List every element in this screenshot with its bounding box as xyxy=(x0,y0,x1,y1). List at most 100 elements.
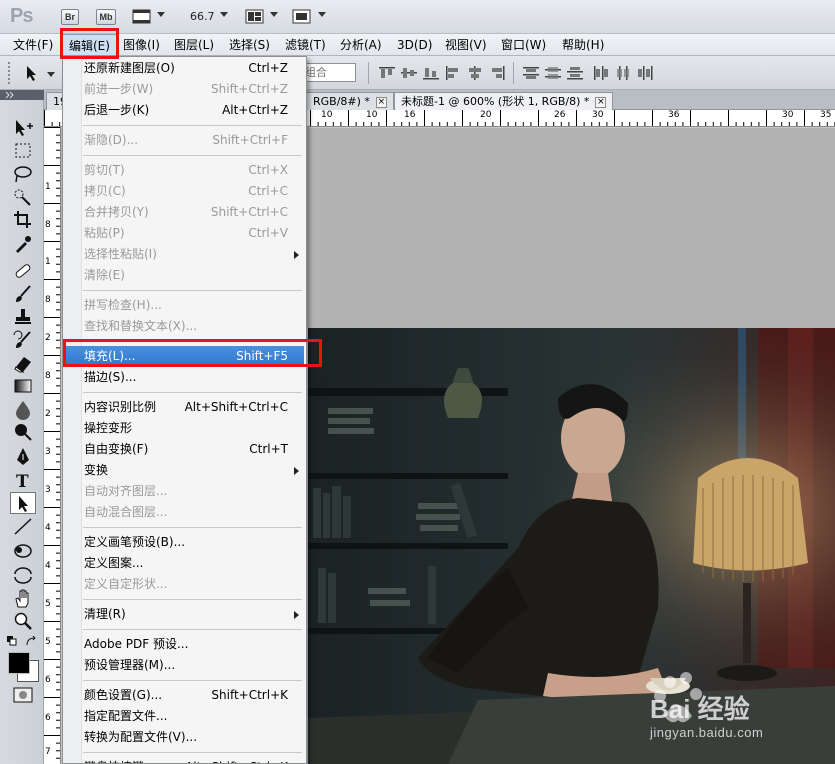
menu-item[interactable]: 前进一步(W) Shift+Ctrl+Z xyxy=(65,79,304,100)
menu-item[interactable]: 填充(L)... Shift+F5 xyxy=(65,346,304,367)
ruler-label: 6 xyxy=(45,713,51,723)
pen-tool-icon[interactable] xyxy=(10,446,36,468)
menu-item[interactable]: 选择性粘贴(I) xyxy=(65,244,304,265)
menu-item[interactable]: 定义自定形状... xyxy=(65,574,304,595)
menu-item[interactable]: 剪切(T) Ctrl+X xyxy=(65,160,304,181)
chevron-down-icon[interactable] xyxy=(220,12,228,17)
menu-item[interactable]: 定义画笔预设(B)... xyxy=(65,532,304,553)
menu-item[interactable]: Adobe PDF 预设... xyxy=(65,634,304,655)
distribute-top-icon[interactable] xyxy=(522,65,540,81)
line-tool-icon[interactable] xyxy=(10,515,36,537)
type-tool-icon[interactable]: T xyxy=(10,469,36,492)
hand-tool-icon[interactable] xyxy=(10,587,36,609)
menu-item[interactable]: 自由变换(F) Ctrl+T xyxy=(65,439,304,460)
combine-button[interactable]: 组合 xyxy=(300,63,356,82)
close-icon[interactable]: × xyxy=(595,97,607,108)
healing-brush-tool-icon[interactable] xyxy=(10,260,36,282)
menu-item[interactable]: 转换为配置文件(V)... xyxy=(65,727,304,748)
menu-item[interactable]: 拷贝(C) Ctrl+C xyxy=(65,181,304,202)
tab-document-3[interactable]: 未标题-1 @ 600% (形状 1, RGB/8) * × xyxy=(394,92,614,110)
menu-item[interactable]: 查找和替换文本(X)... xyxy=(65,316,304,337)
zoom-level[interactable]: 66.7 xyxy=(190,10,215,23)
align-horizontal-center-icon[interactable] xyxy=(466,65,484,81)
distribute-horizontal-center-icon[interactable] xyxy=(614,65,632,81)
menu-item[interactable]: 渐隐(D)... Shift+Ctrl+F xyxy=(65,130,304,151)
eraser-tool-icon[interactable] xyxy=(10,352,36,374)
menu-item[interactable]: 预设管理器(M)... xyxy=(65,655,304,676)
align-right-icon[interactable] xyxy=(488,65,506,81)
menu-help[interactable]: 帮助(H) xyxy=(562,37,604,53)
menu-item[interactable]: 拼写检查(H)... xyxy=(65,295,304,316)
menu-view[interactable]: 视图(V) xyxy=(445,37,487,53)
menu-item-shortcut: Shift+Ctrl+K xyxy=(211,688,288,702)
history-brush-tool-icon[interactable] xyxy=(10,329,36,351)
path-selection-icon[interactable] xyxy=(22,64,42,85)
menu-item[interactable]: 清理(R) xyxy=(65,604,304,625)
dodge-tool-icon[interactable] xyxy=(10,421,36,443)
3d-rotate-tool-icon[interactable] xyxy=(10,540,36,562)
path-selection-tool-icon[interactable] xyxy=(10,492,36,514)
3d-orbit-tool-icon[interactable] xyxy=(10,563,36,585)
foreground-color-swatch[interactable] xyxy=(8,652,30,674)
menu-analysis[interactable]: 分析(A) xyxy=(340,37,382,53)
default-colors-icon[interactable] xyxy=(7,636,19,651)
chevron-down-icon[interactable] xyxy=(318,12,326,17)
align-bottom-icon[interactable] xyxy=(422,65,440,81)
menu-filter[interactable]: 滤镜(T) xyxy=(285,37,326,53)
menu-item[interactable]: 变换 xyxy=(65,460,304,481)
quick-selection-tool-icon[interactable] xyxy=(10,186,36,208)
lasso-tool-icon[interactable] xyxy=(10,163,36,185)
menu-layer[interactable]: 图层(L) xyxy=(174,37,214,53)
bridge-button[interactable]: Br xyxy=(61,9,79,25)
distribute-right-icon[interactable] xyxy=(636,65,654,81)
menu-select[interactable]: 选择(S) xyxy=(229,37,270,53)
align-vertical-center-icon[interactable] xyxy=(400,65,418,81)
quick-mask-icon[interactable] xyxy=(13,687,33,706)
move-tool-icon[interactable] xyxy=(10,117,36,139)
align-top-icon[interactable] xyxy=(378,65,396,81)
menu-item[interactable]: 自动对齐图层... xyxy=(65,481,304,502)
menu-window[interactable]: 窗口(W) xyxy=(501,37,546,53)
menu-image[interactable]: 图像(I) xyxy=(123,37,160,53)
menu-edit[interactable]: 编辑(E) xyxy=(62,34,117,56)
gradient-tool-icon[interactable] xyxy=(10,375,36,397)
menu-item[interactable]: 描边(S)... xyxy=(65,367,304,388)
brush-tool-icon[interactable] xyxy=(10,283,36,305)
marquee-tool-icon[interactable] xyxy=(10,140,36,162)
zoom-tool-icon[interactable] xyxy=(10,610,36,632)
menu-item[interactable]: 自动混合图层... xyxy=(65,502,304,523)
close-icon[interactable]: × xyxy=(375,97,387,108)
swap-colors-icon[interactable] xyxy=(26,635,38,651)
chevron-down-icon[interactable] xyxy=(47,72,55,77)
menu-item[interactable]: 键盘快捷键... Alt+Shift+Ctrl+K xyxy=(65,757,304,763)
screen-mode-icon[interactable] xyxy=(292,8,312,26)
align-left-icon[interactable] xyxy=(444,65,462,81)
mini-bridge-button[interactable]: Mb xyxy=(96,9,116,25)
menu-item[interactable]: 颜色设置(G)... Shift+Ctrl+K xyxy=(65,685,304,706)
view-extras-icon[interactable] xyxy=(132,8,152,26)
menu-item[interactable]: 清除(E) xyxy=(65,265,304,286)
ruler-label: 20 xyxy=(480,110,492,120)
tools-panel-header xyxy=(0,90,44,100)
menu-item[interactable]: 内容识别比例 Alt+Shift+Ctrl+C xyxy=(65,397,304,418)
crop-tool-icon[interactable] xyxy=(10,209,36,231)
menu-item[interactable]: 定义图案... xyxy=(65,553,304,574)
distribute-bottom-icon[interactable] xyxy=(566,65,584,81)
menu-item[interactable]: 后退一步(K) Alt+Ctrl+Z xyxy=(65,100,304,121)
chevron-down-icon[interactable] xyxy=(270,12,278,17)
menu-item[interactable]: 粘贴(P) Ctrl+V xyxy=(65,223,304,244)
menu-item[interactable]: 指定配置文件... xyxy=(65,706,304,727)
menu-item[interactable]: 操控变形 xyxy=(65,418,304,439)
menu-3d[interactable]: 3D(D) xyxy=(397,37,432,53)
blur-tool-icon[interactable] xyxy=(10,398,36,420)
menu-item[interactable]: 合并拷贝(Y) Shift+Ctrl+C xyxy=(65,202,304,223)
menu-file[interactable]: 文件(F) xyxy=(13,37,53,53)
clone-stamp-tool-icon[interactable] xyxy=(10,306,36,328)
arrange-documents-icon[interactable] xyxy=(245,8,265,26)
tab-document-2[interactable]: RGB/8#) * × xyxy=(307,92,394,110)
menu-item[interactable]: 还原新建图层(O) Ctrl+Z xyxy=(65,58,304,79)
eyedropper-tool-icon[interactable] xyxy=(10,232,36,254)
distribute-vertical-center-icon[interactable] xyxy=(544,65,562,81)
distribute-left-icon[interactable] xyxy=(592,65,610,81)
chevron-down-icon[interactable] xyxy=(157,12,165,17)
